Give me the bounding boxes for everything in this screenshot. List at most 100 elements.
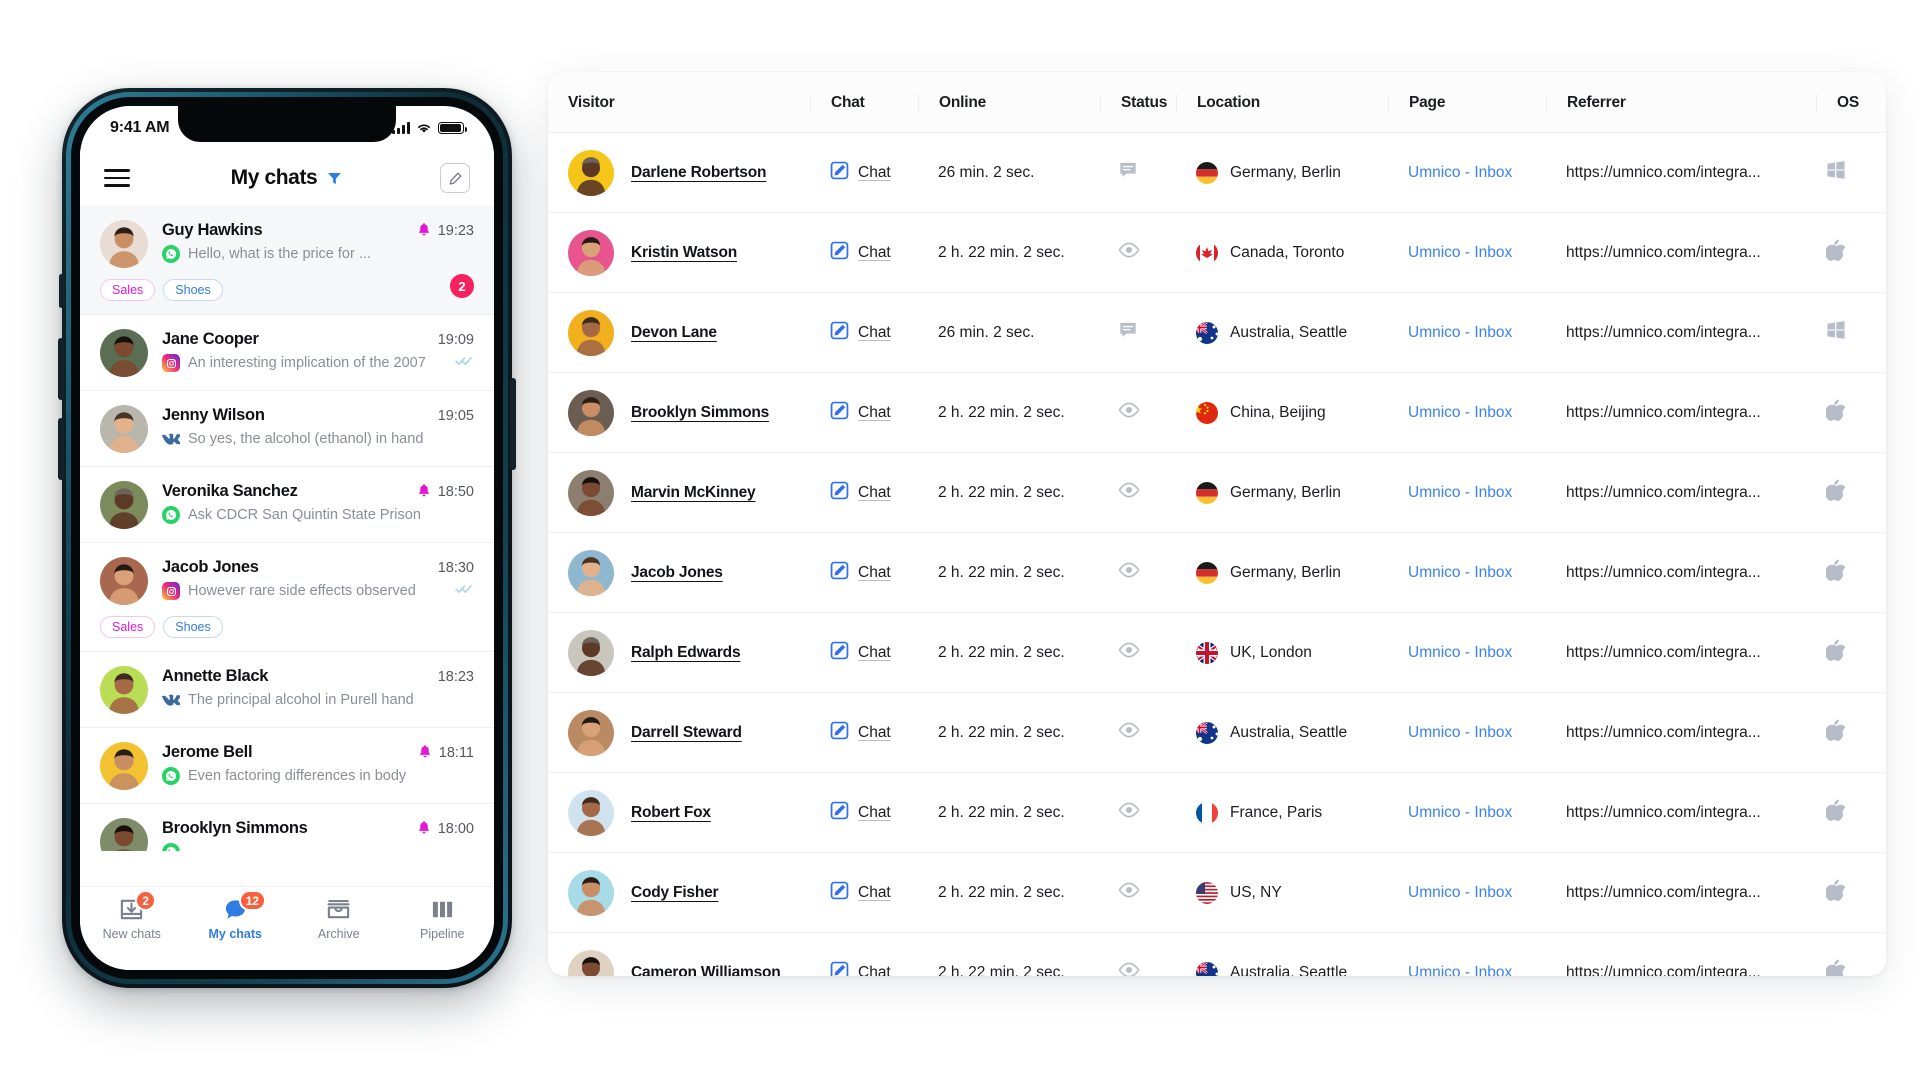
filter-icon[interactable] bbox=[326, 170, 343, 187]
chat-action-link[interactable]: Chat bbox=[858, 164, 891, 182]
chat-action-link[interactable]: Chat bbox=[858, 324, 891, 342]
chat-list[interactable]: Guy Hawkins 19:23 Hello, what is the price… bbox=[80, 206, 494, 851]
visitor-name-link[interactable]: Darlene Robertson bbox=[631, 164, 766, 182]
table-row[interactable]: Devon Lane Chat 26 min. 2 sec. Australia, S… bbox=[548, 292, 1886, 373]
cell-chat: Chat bbox=[810, 692, 918, 773]
chat-list-item[interactable]: Jacob Jones 18:30 However rare side effect… bbox=[80, 543, 494, 652]
header-label-referrer: Referrer bbox=[1546, 94, 1816, 112]
chat-compose-icon[interactable] bbox=[830, 401, 849, 425]
table-row[interactable]: Ralph Edwards Chat 2 h. 22 min. 2 sec. UK, … bbox=[548, 612, 1886, 693]
nav-item-new-chats[interactable]: 2 New chats bbox=[80, 890, 184, 941]
visitor-name-link[interactable]: Darrell Steward bbox=[631, 724, 742, 742]
table-row[interactable]: Brooklyn Simmons Chat 2 h. 22 min. 2 sec. C… bbox=[548, 372, 1886, 453]
page-link[interactable]: Umnico - Inbox bbox=[1388, 964, 1512, 976]
chat-compose-icon[interactable] bbox=[830, 801, 849, 825]
chat-compose-icon[interactable] bbox=[830, 641, 849, 665]
cell-chat: Chat bbox=[810, 612, 918, 693]
cell-status bbox=[1100, 532, 1176, 613]
chat-action-link[interactable]: Chat bbox=[858, 644, 891, 662]
country-flag-icon bbox=[1196, 561, 1218, 584]
chat-compose-icon[interactable] bbox=[830, 881, 849, 905]
hamburger-menu-icon[interactable] bbox=[104, 164, 130, 192]
chat-list-item[interactable]: Brooklyn Simmons 18:00 bbox=[80, 804, 494, 851]
chat-list-item[interactable]: Veronika Sanchez 18:50 Ask CDCR San Quinti… bbox=[80, 467, 494, 543]
visitor-name-link[interactable]: Kristin Watson bbox=[631, 244, 737, 262]
table-row[interactable]: Darlene Robertson Chat 26 min. 2 sec. Germa… bbox=[548, 132, 1886, 213]
column-header-referrer[interactable]: Referrer bbox=[1546, 72, 1816, 133]
visitor-name-link[interactable]: Devon Lane bbox=[631, 324, 717, 342]
nav-item-pipeline[interactable]: Pipeline bbox=[391, 896, 495, 941]
chat-tag[interactable]: Shoes bbox=[163, 279, 223, 301]
chat-compose-icon[interactable] bbox=[830, 321, 849, 345]
page-link[interactable]: Umnico - Inbox bbox=[1388, 804, 1512, 822]
table-row[interactable]: Darrell Steward Chat 2 h. 22 min. 2 sec. Au… bbox=[548, 692, 1886, 773]
nav-item-my-chats[interactable]: 12 My chats bbox=[184, 890, 288, 941]
page-link[interactable]: Umnico - Inbox bbox=[1388, 884, 1512, 902]
chat-list-item[interactable]: Jenny Wilson 19:05 So yes, the alcohol (et… bbox=[80, 391, 494, 467]
visitor-name-link[interactable]: Cody Fisher bbox=[631, 884, 719, 902]
referrer-url: https://umnico.com/integra... bbox=[1566, 563, 1761, 581]
chat-action-link[interactable]: Chat bbox=[858, 564, 891, 582]
chat-compose-icon[interactable] bbox=[830, 481, 849, 505]
page-link[interactable]: Umnico - Inbox bbox=[1388, 324, 1512, 342]
chat-list-item[interactable]: Jane Cooper 19:09 An interesting implicati… bbox=[80, 315, 494, 391]
referrer-url: https://umnico.com/integra... bbox=[1566, 963, 1761, 976]
chat-action-link[interactable]: Chat bbox=[858, 964, 891, 976]
table-row[interactable]: Cameron Williamson Chat 2 h. 22 min. 2 sec… bbox=[548, 933, 1886, 976]
battery-icon bbox=[438, 122, 468, 134]
chat-action-link[interactable]: Chat bbox=[858, 404, 891, 422]
table-row[interactable]: Jacob Jones Chat 2 h. 22 min. 2 sec. German… bbox=[548, 532, 1886, 613]
chat-compose-icon[interactable] bbox=[830, 961, 849, 976]
nav-item-archive[interactable]: Archive bbox=[287, 896, 391, 941]
visitor-name-link[interactable]: Ralph Edwards bbox=[631, 644, 741, 662]
column-header-visitor[interactable]: Visitor bbox=[548, 72, 810, 133]
page-link[interactable]: Umnico - Inbox bbox=[1388, 404, 1512, 422]
column-header-online[interactable]: Online bbox=[918, 72, 1100, 133]
table-row[interactable]: Cody Fisher Chat 2 h. 22 min. 2 sec. US, NY… bbox=[548, 852, 1886, 933]
compose-icon[interactable] bbox=[440, 163, 470, 193]
column-header-location[interactable]: Location bbox=[1176, 72, 1388, 133]
apple-icon bbox=[1825, 479, 1846, 505]
visitor-name-link[interactable]: Marvin McKinney bbox=[631, 484, 756, 502]
column-header-status[interactable]: Status bbox=[1100, 72, 1176, 133]
cell-os bbox=[1816, 292, 1886, 373]
page-link[interactable]: Umnico - Inbox bbox=[1388, 564, 1512, 582]
chat-action-link[interactable]: Chat bbox=[858, 884, 891, 902]
page-link[interactable]: Umnico - Inbox bbox=[1388, 164, 1512, 182]
chat-tag[interactable]: Sales bbox=[100, 279, 156, 301]
apple-icon bbox=[1825, 719, 1846, 745]
column-header-chat[interactable]: Chat bbox=[810, 72, 918, 133]
chat-compose-icon[interactable] bbox=[830, 561, 849, 585]
table-row[interactable]: Robert Fox Chat 2 h. 22 min. 2 sec. France,… bbox=[548, 772, 1886, 853]
referrer-url: https://umnico.com/integra... bbox=[1566, 883, 1761, 901]
location-text: Canada, Toronto bbox=[1230, 243, 1345, 261]
visitor-name-link[interactable]: Robert Fox bbox=[631, 804, 711, 822]
column-header-page[interactable]: Page bbox=[1388, 72, 1546, 133]
chat-action-link[interactable]: Chat bbox=[858, 804, 891, 822]
chat-compose-icon[interactable] bbox=[830, 721, 849, 745]
chat-action-link[interactable]: Chat bbox=[858, 724, 891, 742]
page-link[interactable]: Umnico - Inbox bbox=[1388, 644, 1512, 662]
cell-status bbox=[1100, 852, 1176, 933]
vk-icon bbox=[162, 430, 180, 448]
page-link[interactable]: Umnico - Inbox bbox=[1388, 244, 1512, 262]
chat-action-link[interactable]: Chat bbox=[858, 244, 891, 262]
column-header-os[interactable]: OS bbox=[1816, 72, 1886, 133]
chat-list-item[interactable]: Jerome Bell 18:11 Even factoring differenc… bbox=[80, 728, 494, 804]
page-link[interactable]: Umnico - Inbox bbox=[1388, 484, 1512, 502]
chat-compose-icon[interactable] bbox=[830, 241, 849, 265]
table-row[interactable]: Kristin Watson Chat 2 h. 22 min. 2 sec. Can… bbox=[548, 212, 1886, 293]
table-row[interactable]: Marvin McKinney Chat 2 h. 22 min. 2 sec. Ge… bbox=[548, 452, 1886, 533]
chat-compose-icon[interactable] bbox=[830, 161, 849, 185]
chat-action-link[interactable]: Chat bbox=[858, 484, 891, 502]
eye-status-icon bbox=[1118, 962, 1140, 976]
chat-tag[interactable]: Sales bbox=[100, 616, 156, 638]
chat-tag[interactable]: Shoes bbox=[163, 616, 223, 638]
visitor-name-link[interactable]: Jacob Jones bbox=[631, 564, 723, 582]
location-text: US, NY bbox=[1230, 883, 1282, 901]
chat-list-item[interactable]: Annette Black 18:23 The principal alcohol … bbox=[80, 652, 494, 728]
visitor-name-link[interactable]: Cameron Williamson bbox=[631, 964, 781, 976]
chat-list-item[interactable]: Guy Hawkins 19:23 Hello, what is the price… bbox=[80, 206, 494, 315]
visitor-name-link[interactable]: Brooklyn Simmons bbox=[631, 404, 769, 422]
page-link[interactable]: Umnico - Inbox bbox=[1388, 724, 1512, 742]
